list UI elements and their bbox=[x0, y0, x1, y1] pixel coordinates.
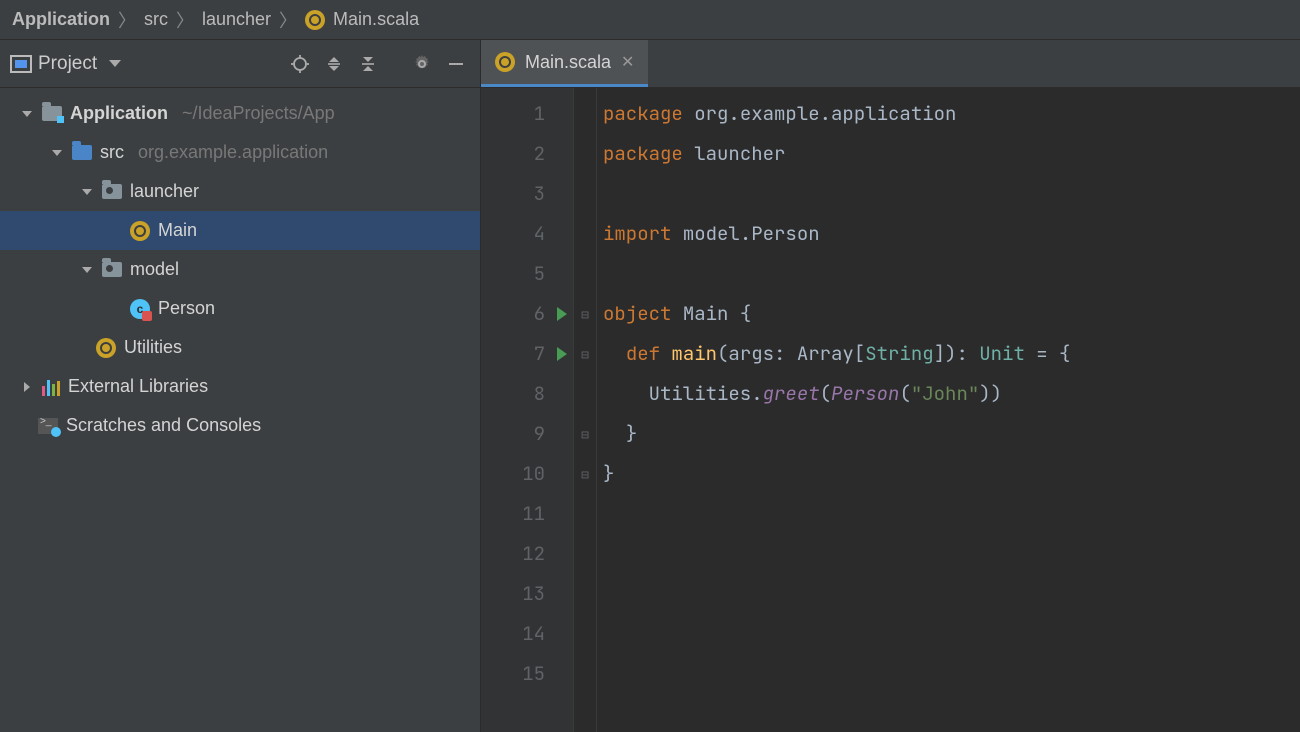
scratches-icon bbox=[38, 418, 58, 434]
tree-node-external-libraries[interactable]: External Libraries bbox=[0, 367, 480, 406]
package-folder-icon bbox=[102, 184, 122, 199]
line-number[interactable]: 6 bbox=[481, 294, 573, 334]
project-tree[interactable]: Application ~/IdeaProjects/App src org.e… bbox=[0, 88, 481, 732]
line-number[interactable]: 8 bbox=[481, 374, 573, 414]
fold-marker bbox=[574, 574, 596, 614]
fold-gutter[interactable]: ⊟⊟⊟⊟ bbox=[573, 88, 597, 732]
tree-node-label: External Libraries bbox=[68, 376, 208, 397]
line-number[interactable]: 7 bbox=[481, 334, 573, 374]
fold-marker bbox=[574, 214, 596, 254]
fold-marker bbox=[574, 654, 596, 694]
breadcrumb-item[interactable]: Main.scala bbox=[333, 9, 419, 30]
tree-node-label: Utilities bbox=[124, 337, 182, 358]
fold-marker bbox=[574, 134, 596, 174]
breadcrumb-item[interactable]: launcher bbox=[202, 9, 271, 30]
line-number[interactable]: 10 bbox=[481, 454, 573, 494]
gear-icon[interactable] bbox=[408, 50, 436, 78]
close-icon[interactable]: ✕ bbox=[621, 52, 634, 72]
project-view-icon bbox=[10, 55, 32, 73]
package-folder-icon bbox=[102, 262, 122, 277]
chevron-down-icon[interactable] bbox=[50, 146, 64, 160]
tree-node-scratches[interactable]: Scratches and Consoles bbox=[0, 406, 480, 445]
chevron-right-icon[interactable] bbox=[20, 380, 34, 394]
tree-node-utilities[interactable]: Utilities bbox=[0, 328, 480, 367]
run-gutter-icon[interactable] bbox=[557, 347, 567, 361]
chevron-down-icon[interactable] bbox=[20, 107, 34, 121]
line-number[interactable]: 14 bbox=[481, 614, 573, 654]
scala-object-icon bbox=[495, 52, 515, 72]
breadcrumb-item[interactable]: Application bbox=[12, 9, 110, 30]
line-number[interactable]: 11 bbox=[481, 494, 573, 534]
fold-marker bbox=[574, 94, 596, 134]
fold-marker bbox=[574, 534, 596, 574]
fold-marker[interactable]: ⊟ bbox=[574, 334, 596, 374]
scala-object-icon bbox=[96, 338, 116, 358]
chevron-right-icon: 〉 bbox=[118, 7, 136, 33]
line-number[interactable]: 12 bbox=[481, 534, 573, 574]
code-area[interactable]: package org.example.application package … bbox=[597, 88, 1300, 732]
breadcrumb: Application 〉 src 〉 launcher 〉 Main.scal… bbox=[0, 0, 1300, 40]
project-dropdown[interactable]: Project bbox=[38, 53, 97, 75]
fold-marker[interactable]: ⊟ bbox=[574, 414, 596, 454]
tree-node-src[interactable]: src org.example.application bbox=[0, 133, 480, 172]
fold-marker[interactable]: ⊟ bbox=[574, 454, 596, 494]
line-number[interactable]: 3 bbox=[481, 174, 573, 214]
fold-marker bbox=[574, 254, 596, 294]
chevron-right-icon: 〉 bbox=[176, 7, 194, 33]
tree-node-label: Main bbox=[158, 220, 197, 241]
editor-tab-label: Main.scala bbox=[525, 52, 611, 73]
line-number[interactable]: 9 bbox=[481, 414, 573, 454]
tree-node-label: Person bbox=[158, 298, 215, 319]
code-editor[interactable]: 123456789101112131415 ⊟⊟⊟⊟ package org.e… bbox=[481, 88, 1300, 732]
editor-tab[interactable]: Main.scala ✕ bbox=[481, 40, 648, 87]
scala-class-icon: c bbox=[130, 299, 150, 319]
tree-node-application[interactable]: Application ~/IdeaProjects/App bbox=[0, 94, 480, 133]
line-number[interactable]: 4 bbox=[481, 214, 573, 254]
tree-node-main[interactable]: Main bbox=[0, 211, 480, 250]
fold-marker bbox=[574, 374, 596, 414]
project-folder-icon bbox=[42, 106, 62, 121]
tree-node-label: Application bbox=[70, 103, 168, 124]
expand-all-icon[interactable] bbox=[320, 50, 348, 78]
tree-node-person[interactable]: c Person bbox=[0, 289, 480, 328]
run-gutter-icon[interactable] bbox=[557, 307, 567, 321]
tree-node-label: model bbox=[130, 259, 179, 280]
source-folder-icon bbox=[72, 145, 92, 160]
editor-tabs: Main.scala ✕ bbox=[481, 40, 1300, 87]
library-icon bbox=[42, 378, 60, 396]
chevron-down-icon[interactable] bbox=[80, 263, 94, 277]
fold-marker bbox=[574, 174, 596, 214]
minimize-icon[interactable] bbox=[442, 50, 470, 78]
tree-node-label: Scratches and Consoles bbox=[66, 415, 261, 436]
breadcrumb-item[interactable]: src bbox=[144, 9, 168, 30]
line-number[interactable]: 2 bbox=[481, 134, 573, 174]
line-number[interactable]: 5 bbox=[481, 254, 573, 294]
project-tool-window-header: Project bbox=[0, 40, 481, 87]
tree-node-hint: ~/IdeaProjects/App bbox=[182, 103, 335, 124]
chevron-down-icon[interactable] bbox=[80, 185, 94, 199]
scala-object-icon bbox=[305, 10, 325, 30]
tree-node-launcher[interactable]: launcher bbox=[0, 172, 480, 211]
scala-object-icon bbox=[130, 221, 150, 241]
line-number[interactable]: 13 bbox=[481, 574, 573, 614]
tree-node-model[interactable]: model bbox=[0, 250, 480, 289]
chevron-down-icon[interactable] bbox=[109, 60, 121, 67]
fold-marker[interactable]: ⊟ bbox=[574, 294, 596, 334]
fold-marker bbox=[574, 614, 596, 654]
collapse-all-icon[interactable] bbox=[354, 50, 382, 78]
line-number-gutter[interactable]: 123456789101112131415 bbox=[481, 88, 573, 732]
line-number[interactable]: 1 bbox=[481, 94, 573, 134]
locate-icon[interactable] bbox=[286, 50, 314, 78]
tree-node-label: launcher bbox=[130, 181, 199, 202]
fold-marker bbox=[574, 494, 596, 534]
chevron-right-icon: 〉 bbox=[279, 7, 297, 33]
line-number[interactable]: 15 bbox=[481, 654, 573, 694]
tree-node-hint: org.example.application bbox=[138, 142, 328, 163]
tree-node-label: src bbox=[100, 142, 124, 163]
